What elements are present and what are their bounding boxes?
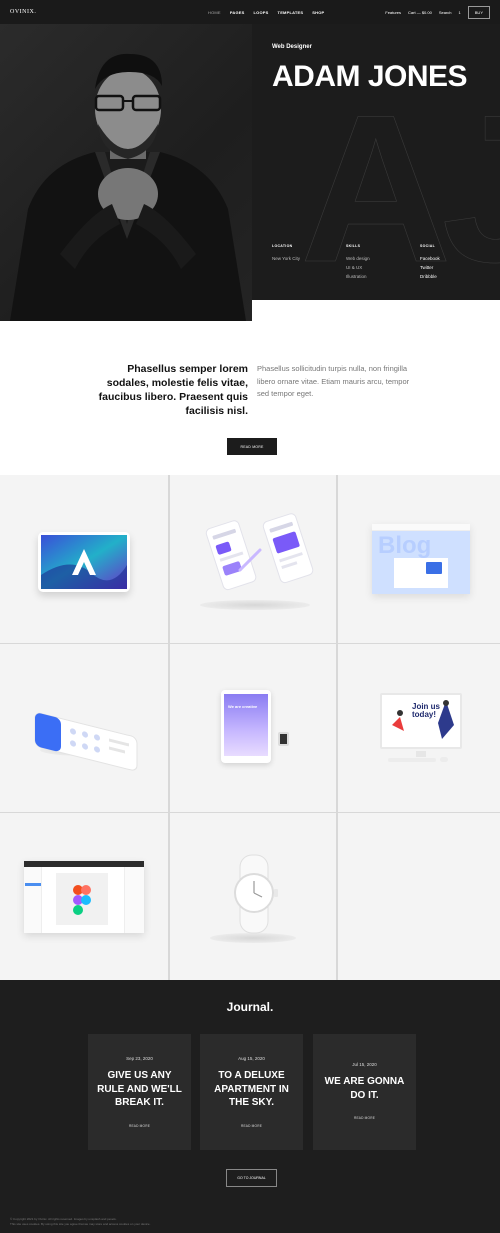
portfolio-item-phone-ui[interactable] bbox=[0, 644, 168, 812]
footer-cookies: This site uses cookies. By using this si… bbox=[10, 1222, 151, 1226]
phone-illustration bbox=[34, 712, 138, 771]
portfolio-item-empty bbox=[338, 813, 500, 982]
post-title: TO A DELUXE APARTMENT IN THE SKY. bbox=[214, 1070, 289, 1108]
join-us-illustration bbox=[392, 700, 454, 739]
nav-shop[interactable]: SHOP bbox=[312, 10, 324, 15]
main-menu: HOME PAGES LOOPS TEMPLATES SHOP bbox=[208, 0, 324, 24]
post-read-more[interactable]: READ MORE bbox=[88, 1124, 191, 1128]
portfolio-item-mobile-app[interactable] bbox=[169, 475, 337, 643]
skill-item: Web design bbox=[346, 256, 370, 261]
portrait-illustration bbox=[10, 53, 246, 321]
nav-features[interactable]: Features bbox=[385, 10, 401, 15]
nav-right: Features Cart — $0.00 Search 1 BUY bbox=[385, 0, 490, 24]
post-title: WE ARE GONNA DO IT. bbox=[324, 1076, 405, 1101]
watch-illustration bbox=[234, 854, 278, 934]
figma-left-panel bbox=[24, 867, 42, 933]
portfolio-grid: Blog We are creative Join us today! bbox=[0, 475, 500, 982]
hero-name: ADAM JONES bbox=[272, 60, 468, 93]
footer-copyright: © Copyright 2021 by Ovinix. All rights r… bbox=[10, 1217, 117, 1221]
logo[interactable]: OVINIX. bbox=[10, 9, 36, 15]
nav-pages[interactable]: PAGES bbox=[230, 10, 245, 15]
journal-title: Journal. bbox=[226, 1000, 274, 1014]
skill-item: UI & UX bbox=[346, 265, 363, 270]
intro-heading: Phasellus semper lorem sodales, molestie… bbox=[98, 363, 248, 417]
post-date: Aug 15, 2020 bbox=[238, 1056, 265, 1061]
figma-window bbox=[24, 861, 144, 933]
post-title: GIVE US ANY RULE AND WE'LL BREAK IT. bbox=[97, 1070, 182, 1108]
monitor-stand bbox=[416, 751, 426, 757]
portfolio-item-figma[interactable] bbox=[0, 813, 168, 982]
post-date: Sep 23, 2020 bbox=[126, 1056, 153, 1061]
journal-section: Journal. Sep 23, 2020 GIVE US ANY RULE A… bbox=[0, 980, 500, 1233]
intro-paragraph: Phasellus sollicitudin turpis nulla, non… bbox=[257, 364, 410, 398]
tablet-frame: We are creative bbox=[221, 690, 271, 763]
portfolio-item-blog-site[interactable]: Blog bbox=[338, 475, 500, 643]
browser-illustration bbox=[426, 562, 442, 574]
nav-cart[interactable]: Cart — $0.00 bbox=[408, 10, 432, 15]
social-twitter-link[interactable]: Twitter bbox=[420, 265, 494, 270]
tablet-screen-text: We are creative bbox=[228, 704, 258, 709]
nav-templates[interactable]: TEMPLATES bbox=[278, 10, 304, 15]
tablet-frame bbox=[38, 532, 130, 592]
social-dribbble-link[interactable]: Dribbble bbox=[420, 274, 494, 279]
hero-info-columns: LOCATION New York City SKILLS Web design… bbox=[272, 244, 494, 283]
browser-frame: Blog bbox=[372, 524, 470, 594]
keyboard bbox=[388, 758, 436, 762]
skills-column: SKILLS Web design UI & UX Illustration bbox=[346, 244, 420, 283]
mouse bbox=[440, 757, 448, 762]
figma-right-panel bbox=[124, 867, 144, 933]
portrait-photo bbox=[0, 24, 252, 321]
figma-selected-layer bbox=[25, 883, 41, 886]
social-title: SOCIAL bbox=[420, 244, 436, 248]
location-title: LOCATION bbox=[272, 244, 293, 248]
journal-post[interactable]: Sep 23, 2020 GIVE US ANY RULE AND WE'LL … bbox=[88, 1034, 191, 1150]
post-read-more[interactable]: READ MORE bbox=[313, 1116, 416, 1120]
social-facebook-link[interactable]: Facebook bbox=[420, 256, 494, 261]
journal-post[interactable]: Jul 15, 2020 WE ARE GONNA DO IT. READ MO… bbox=[313, 1034, 416, 1150]
portfolio-item-tablet-watch[interactable]: We are creative bbox=[169, 644, 337, 812]
nav-search[interactable]: Search bbox=[439, 10, 452, 15]
post-read-more[interactable]: READ MORE bbox=[200, 1124, 303, 1128]
watch-icon bbox=[278, 732, 289, 746]
nav-loops[interactable]: LOOPS bbox=[254, 10, 269, 15]
top-nav: OVINIX. HOME PAGES LOOPS TEMPLATES SHOP … bbox=[0, 0, 500, 24]
hero-role: Web Designer bbox=[272, 44, 312, 50]
location-column: LOCATION New York City bbox=[272, 244, 346, 283]
phones-illustration bbox=[205, 513, 314, 591]
monitor-frame: Join us today! bbox=[380, 693, 462, 749]
go-to-journal-button[interactable]: GO TO JOURNAL bbox=[226, 1169, 277, 1187]
portfolio-item-tablet-logo[interactable] bbox=[0, 475, 168, 643]
cart-count: 1 bbox=[458, 9, 461, 15]
social-column: SOCIAL Facebook Twitter Dribbble bbox=[420, 244, 494, 283]
browser-toolbar bbox=[372, 524, 470, 531]
skills-title: SKILLS bbox=[346, 244, 361, 248]
blog-heading: Blog bbox=[378, 532, 432, 559]
buy-button[interactable]: BUY bbox=[467, 5, 490, 19]
read-more-button[interactable]: READ MORE bbox=[227, 438, 277, 455]
portfolio-item-watch[interactable] bbox=[169, 813, 337, 982]
skill-item: Illustration bbox=[346, 274, 367, 279]
nav-home[interactable]: HOME bbox=[208, 10, 221, 15]
journal-post[interactable]: Aug 15, 2020 TO A DELUXE APARTMENT IN TH… bbox=[200, 1034, 303, 1150]
post-date: Jul 15, 2020 bbox=[352, 1062, 377, 1067]
portfolio-item-join-us[interactable]: Join us today! bbox=[338, 644, 500, 812]
location-item: New York City bbox=[272, 256, 301, 261]
tablet-screen bbox=[41, 535, 127, 589]
figma-logo-icon bbox=[73, 885, 91, 915]
